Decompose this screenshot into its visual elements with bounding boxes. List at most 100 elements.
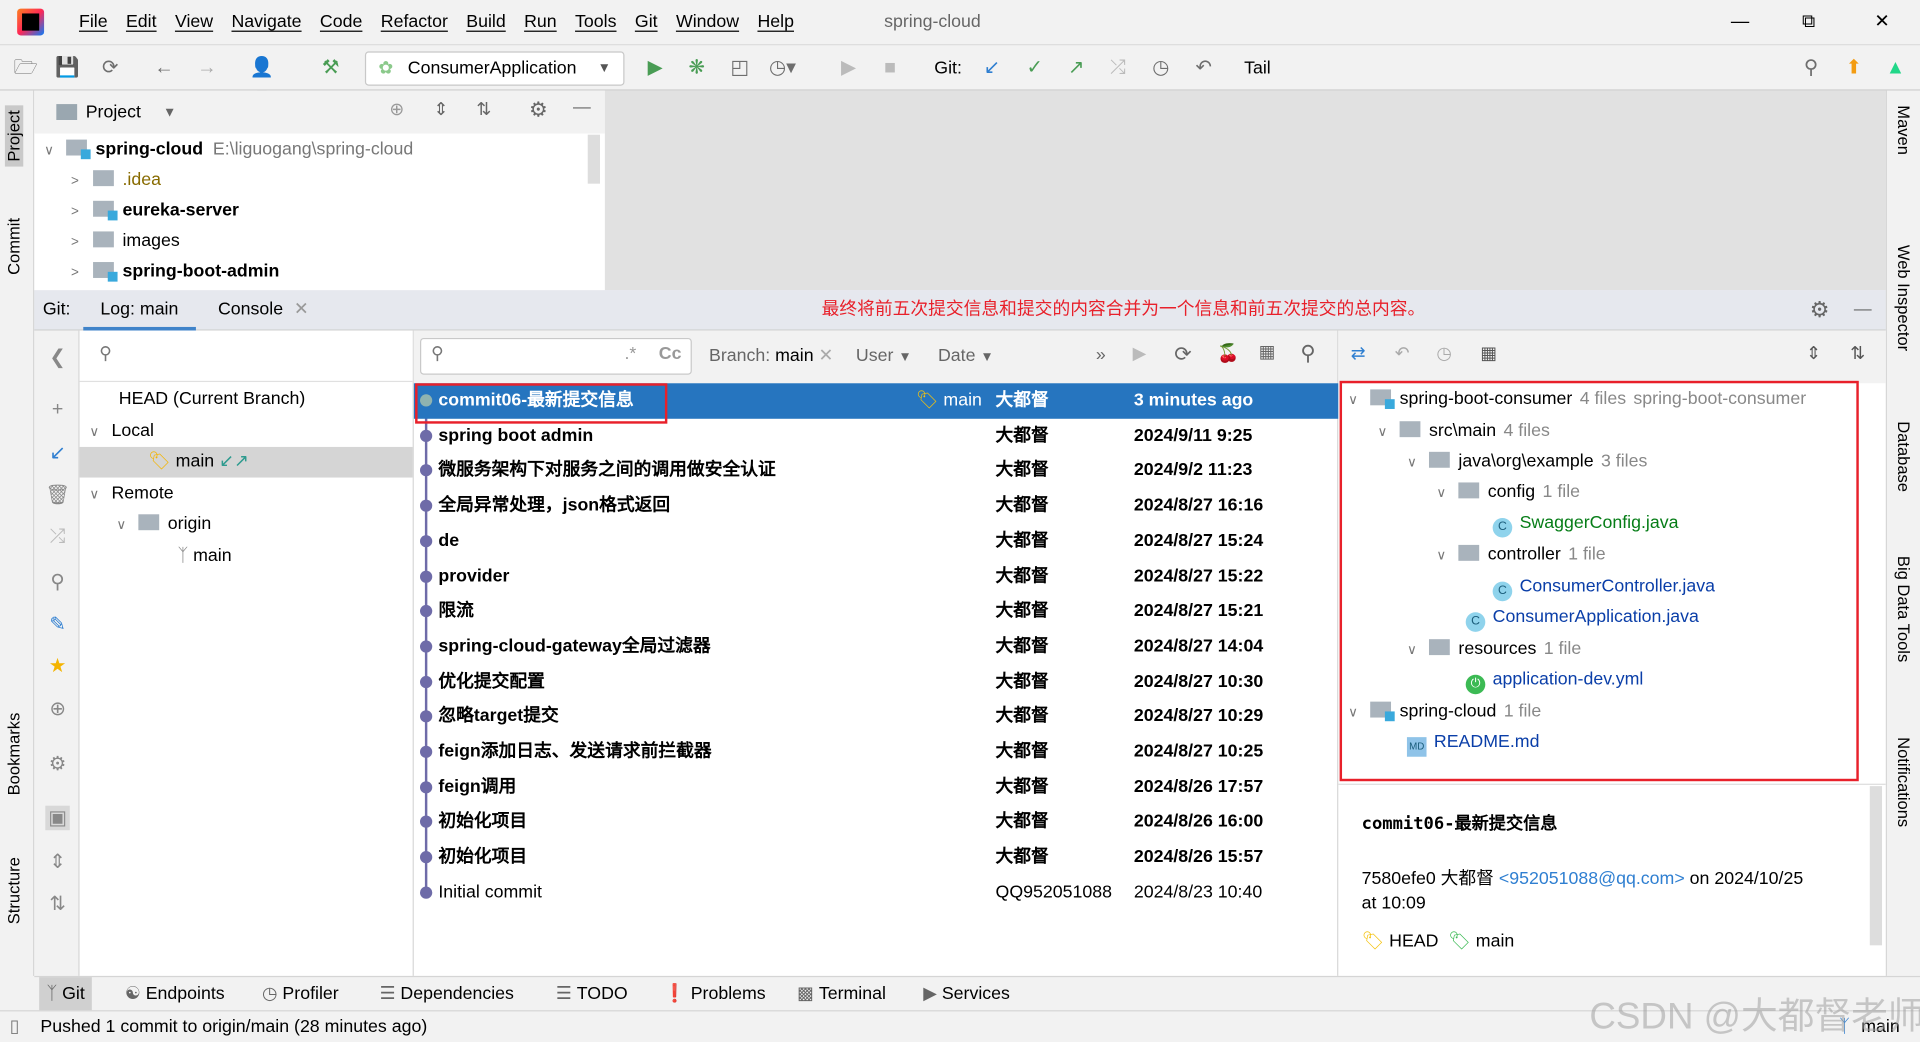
branch-filter[interactable]: Branch: main ✕ [709, 347, 833, 367]
collapse-all-icon[interactable]: ⇅ [476, 100, 491, 120]
update-icon[interactable]: ⬆ [1840, 55, 1867, 82]
branch-head[interactable]: HEAD (Current Branch) [119, 384, 305, 415]
author-email-link[interactable]: <952051088@qq.com> [1499, 869, 1685, 889]
menu-window[interactable]: Window [667, 0, 749, 44]
branch-group-origin[interactable]: ∨ origin [116, 509, 211, 540]
database-tool-tab[interactable]: Database [1894, 421, 1912, 492]
commit-row[interactable]: 初始化项目 大都督 2024/8/26 15:57 [414, 840, 1338, 875]
tree-item-spring-cloud[interactable]: ∨ spring-cloud E:\liguogang\spring-cloud [44, 135, 413, 166]
menu-file[interactable]: File [70, 0, 117, 44]
refresh-icon[interactable]: ⟳ [1174, 343, 1191, 367]
view-options-icon[interactable]: ▦ [1259, 343, 1276, 363]
cherry-run-icon[interactable]: ▶ [1133, 344, 1147, 364]
tab-todo[interactable]: ☰ TODO [549, 977, 635, 1011]
git-update-icon[interactable]: ↙ [978, 55, 1005, 82]
more-icon[interactable]: » [1096, 345, 1106, 365]
web-inspector-tool-tab[interactable]: Web Inspector [1894, 245, 1912, 351]
big-data-tools-tool-tab[interactable]: Big Data Tools [1894, 556, 1912, 662]
branch-group-remote[interactable]: ∨ Remote [89, 479, 173, 510]
structure-tool-tab[interactable]: Structure [5, 857, 23, 924]
menu-git[interactable]: Git [626, 0, 667, 44]
close-button[interactable]: ✕ [1854, 0, 1910, 44]
history-icon[interactable]: ◷ [1436, 344, 1451, 364]
branch-local-main[interactable]: 🏷 main ↙↗ [79, 446, 413, 478]
tab-dependencies[interactable]: ☰ Dependencies [372, 977, 521, 1011]
minimize-button[interactable]: — [1712, 0, 1768, 44]
commit-row[interactable]: de 大都督 2024/8/27 15:24 [414, 524, 1338, 559]
menu-build[interactable]: Build [457, 0, 515, 44]
save-icon[interactable]: 💾 [54, 55, 81, 82]
menu-help[interactable]: Help [748, 0, 803, 44]
commit-row[interactable]: 全局异常处理，json格式返回 大都督 2024/8/27 16:16 [414, 489, 1338, 524]
gear-icon[interactable]: ⚙ [45, 752, 69, 776]
match-case-toggle[interactable]: Cc [659, 344, 682, 364]
restore-button[interactable]: ⧉ [1780, 0, 1836, 44]
commit-row[interactable]: Initial commit QQ952051088 2024/8/23 10:40 [414, 875, 1338, 910]
search-icon[interactable]: ⚲ [45, 569, 69, 593]
tab-console[interactable]: Console [218, 290, 283, 330]
scrollbar[interactable] [587, 134, 601, 184]
star-icon[interactable]: ★ [45, 654, 69, 678]
collapse-all-icon[interactable]: ⇅ [45, 891, 69, 915]
regex-toggle[interactable]: .* [624, 344, 636, 364]
tree-item-spring-boot-admin[interactable]: > spring-boot-admin [71, 257, 279, 288]
chevron-left-icon[interactable]: ❮ [45, 345, 69, 369]
group-by-icon[interactable]: ▦ [1480, 344, 1497, 364]
project-view-select[interactable]: Project [86, 102, 141, 122]
tree-item-idea[interactable]: > .idea [71, 165, 161, 196]
git-push-icon[interactable]: ↗ [1063, 55, 1090, 82]
branch-group-local[interactable]: ∨ Local [89, 416, 154, 447]
tab-terminal[interactable]: ▩ Terminal [790, 977, 893, 1011]
sync-icon[interactable]: ⟳ [97, 55, 124, 82]
close-tab-icon[interactable]: ✕ [294, 290, 309, 330]
user-filter[interactable]: User ▼ [856, 347, 912, 367]
commit-row[interactable]: 限流 大都督 2024/8/27 15:21 [414, 594, 1338, 629]
bookmarks-tool-tab[interactable]: Bookmarks [5, 713, 23, 796]
edit-icon[interactable]: ✎ [45, 612, 69, 636]
back-icon[interactable]: ← [151, 55, 178, 82]
notifications-tool-tab[interactable]: Notifications [1894, 737, 1912, 827]
coverage-icon[interactable]: ◰ [726, 55, 753, 82]
commit-row[interactable]: 微服务架构下对服务之间的调用做安全认证 大都督 2024/9/2 11:23 [414, 454, 1338, 489]
status-toggle-icon[interactable]: ▯ [10, 1011, 20, 1042]
tree-item-eureka-server[interactable]: > eureka-server [71, 196, 239, 227]
hide-icon[interactable]: — [1854, 290, 1872, 330]
collapse-all-icon[interactable]: ⇅ [1850, 344, 1865, 364]
commit-row[interactable]: provider 大都督 2024/8/27 15:22 [414, 559, 1338, 594]
commit-row[interactable]: feign调用 大都督 2024/8/26 17:57 [414, 770, 1338, 805]
branch-origin-main[interactable]: ᛉ main [178, 541, 232, 572]
tab-git[interactable]: ᛉ Git [39, 977, 93, 1012]
debug-icon[interactable]: ❋ [683, 55, 710, 82]
branch-search-input[interactable]: ⚲ [79, 330, 413, 383]
project-tool-tab[interactable]: Project [4, 105, 24, 167]
build-hammer-icon[interactable]: ⚒ [317, 55, 344, 82]
menu-view[interactable]: View [166, 0, 223, 44]
search-icon[interactable]: ⚲ [1300, 342, 1315, 366]
chevron-down-icon[interactable]: ▼ [163, 105, 176, 120]
maven-tool-tab[interactable]: Maven [1894, 105, 1912, 155]
resume-icon[interactable]: ▶ [835, 55, 862, 82]
history-icon[interactable]: ◷ [1147, 55, 1174, 82]
group-icon[interactable]: ▣ [45, 805, 70, 831]
stop-icon[interactable]: ■ [877, 55, 904, 82]
scrollbar[interactable] [1869, 786, 1883, 946]
delete-icon[interactable]: 🗑 [45, 482, 70, 506]
user-icon[interactable]: 👤▾ [249, 55, 276, 106]
locate-icon[interactable]: ⊕ [389, 100, 404, 120]
commit-row[interactable]: 初始化项目 大都督 2024/8/26 16:00 [414, 805, 1338, 840]
expand-all-icon[interactable]: ⇕ [433, 100, 448, 120]
commit-search-input[interactable]: ⚲ .* Cc [420, 337, 692, 375]
tab-services[interactable]: ▶ Services [916, 977, 1017, 1011]
date-filter[interactable]: Date ▼ [938, 347, 994, 367]
expand-all-icon[interactable]: ⇕ [45, 850, 69, 874]
tail-button[interactable]: Tail [1244, 55, 1271, 82]
menu-tools[interactable]: Tools [566, 0, 626, 44]
tab-endpoints[interactable]: ☯ Endpoints [118, 977, 232, 1011]
tree-item-images[interactable]: > images [71, 227, 180, 258]
menu-navigate[interactable]: Navigate [222, 0, 310, 44]
show-diff-icon[interactable]: ⇄ [1351, 344, 1366, 364]
tab-profiler[interactable]: ◷ Profiler [255, 977, 346, 1011]
plugin-icon[interactable]: ▲ [1882, 55, 1909, 82]
menu-refactor[interactable]: Refactor [372, 0, 457, 44]
forward-icon[interactable]: → [193, 55, 220, 82]
